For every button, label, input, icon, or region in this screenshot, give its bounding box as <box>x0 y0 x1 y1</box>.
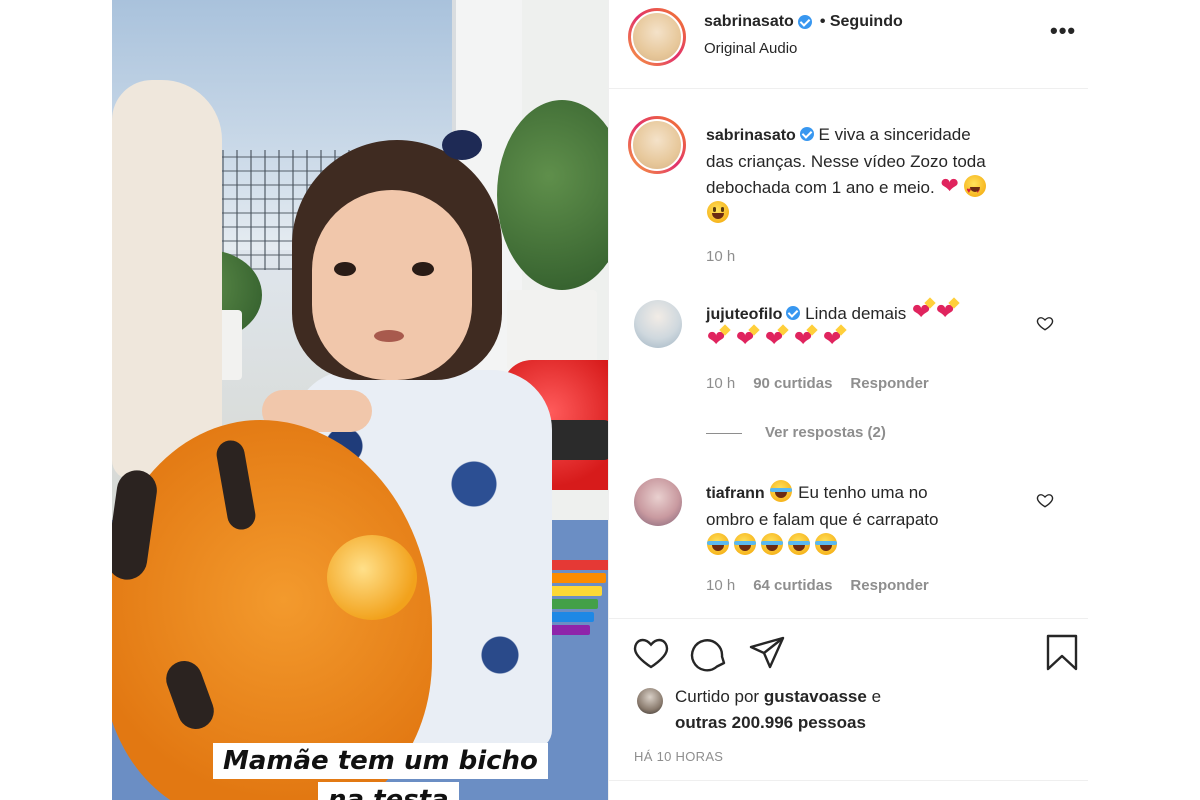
avatar-image <box>631 119 683 171</box>
post-timestamp[interactable]: HÁ 10 HORAS <box>634 749 723 764</box>
video-caption-line2: na testa <box>318 782 459 800</box>
avatar-image <box>631 11 683 63</box>
likes-prefix: Curtido por <box>675 687 760 706</box>
caption-line3: debochada com 1 ano e meio. <box>706 178 935 197</box>
sparkle-heart-emoji-icon <box>912 298 934 326</box>
comment-icon[interactable] <box>689 633 729 673</box>
comment-avatar[interactable] <box>634 300 682 348</box>
caption-line1: E viva a sinceridade <box>818 125 971 144</box>
sparkle-heart-emoji-icon <box>707 325 729 353</box>
caption-time: 10 h <box>706 248 736 265</box>
comment-likes[interactable]: 90 curtidas <box>753 375 832 392</box>
comment-body-line2: ombro e falam que é carrapato <box>706 510 939 529</box>
toy-tiger-handle <box>327 535 417 620</box>
verified-icon <box>799 127 814 141</box>
verified-icon <box>797 15 812 29</box>
hair-bow <box>442 130 482 160</box>
tears-of-joy-emoji-icon <box>707 533 729 555</box>
post-video[interactable] <box>112 0 608 800</box>
caption-text: sabrinasato E viva a sinceridade das cri… <box>706 122 1046 227</box>
caption-username[interactable]: sabrinasato <box>706 127 796 144</box>
post-panel <box>608 0 1088 800</box>
teddy-bear <box>112 80 222 480</box>
comment-meta: 10 h 90 curtidas Responder <box>706 375 929 392</box>
tears-of-joy-emoji-icon <box>815 533 837 555</box>
likes-summary: Curtido por gustavoasse e outras 200.996… <box>675 684 975 736</box>
author-username[interactable]: sabrinasato <box>704 13 794 31</box>
comment-username[interactable]: tiafrann <box>706 485 765 502</box>
footer-divider <box>608 780 1088 781</box>
comment-text: jujuteofilo Linda demais <box>706 298 1026 354</box>
follow-status[interactable]: • Seguindo <box>820 13 903 31</box>
tears-of-joy-emoji-icon <box>788 533 810 555</box>
child-eye-left <box>334 262 356 276</box>
comment-heart-icon[interactable] <box>1036 314 1054 332</box>
reply-button[interactable]: Responder <box>850 375 928 392</box>
header-divider <box>608 88 1088 89</box>
video-caption-line1: Mamãe tem um bicho <box>213 743 548 779</box>
sparkle-heart-emoji-icon <box>765 325 787 353</box>
heart-icon[interactable] <box>631 633 671 673</box>
comment-time: 10 h <box>706 577 736 594</box>
comment-text: tiafrann Eu tenho uma no ombro e falam q… <box>706 480 1026 559</box>
tears-of-joy-emoji-icon <box>761 533 783 555</box>
sparkle-heart-emoji-icon <box>794 325 816 353</box>
caption-line2: das crianças. Nesse vídeo Zozo toda <box>706 152 986 171</box>
reply-button[interactable]: Responder <box>850 577 928 594</box>
pot-right <box>507 290 597 370</box>
verified-icon <box>786 306 801 320</box>
sparkle-heart-emoji-icon <box>936 298 958 326</box>
view-replies-button[interactable]: Ver respostas (2) <box>765 424 886 441</box>
heart-emoji-icon <box>940 172 962 200</box>
share-icon[interactable] <box>747 633 787 673</box>
sparkle-heart-emoji-icon <box>736 325 758 353</box>
comment-avatar[interactable] <box>634 478 682 526</box>
caption-avatar[interactable] <box>628 116 686 174</box>
comment-meta: 10 h 64 curtidas Responder <box>706 577 929 594</box>
grin-emoji-icon <box>707 201 729 223</box>
sparkle-heart-emoji-icon <box>823 325 845 353</box>
comment-username[interactable]: jujuteofilo <box>706 306 782 323</box>
bookmark-icon[interactable] <box>1042 633 1082 673</box>
liker-avatar[interactable] <box>637 688 663 714</box>
comment-body: Linda demais <box>805 304 907 323</box>
comment-heart-icon[interactable] <box>1036 491 1054 509</box>
child-face <box>312 190 472 380</box>
tears-of-joy-emoji-icon <box>734 533 756 555</box>
actions-divider <box>608 618 1088 619</box>
more-icon[interactable]: ••• <box>1050 18 1076 44</box>
comment-body-line1: Eu tenho uma no <box>798 483 928 502</box>
likes-others[interactable]: outras 200.996 pessoas <box>675 713 866 732</box>
comment-likes[interactable]: 64 curtidas <box>753 577 832 594</box>
audio-label[interactable]: Original Audio <box>704 40 797 57</box>
heart-eyes-emoji-icon <box>964 175 987 204</box>
post-header-top: sabrinasato • Seguindo <box>704 11 903 33</box>
author-avatar[interactable] <box>628 8 686 66</box>
replies-line <box>706 433 742 434</box>
child-mouth <box>374 330 404 342</box>
comment-time: 10 h <box>706 375 736 392</box>
child-eye-right <box>412 262 434 276</box>
liker-username[interactable]: gustavoasse <box>764 687 867 706</box>
likes-conjunction: e <box>871 687 882 706</box>
tears-of-joy-emoji-icon <box>770 480 793 502</box>
